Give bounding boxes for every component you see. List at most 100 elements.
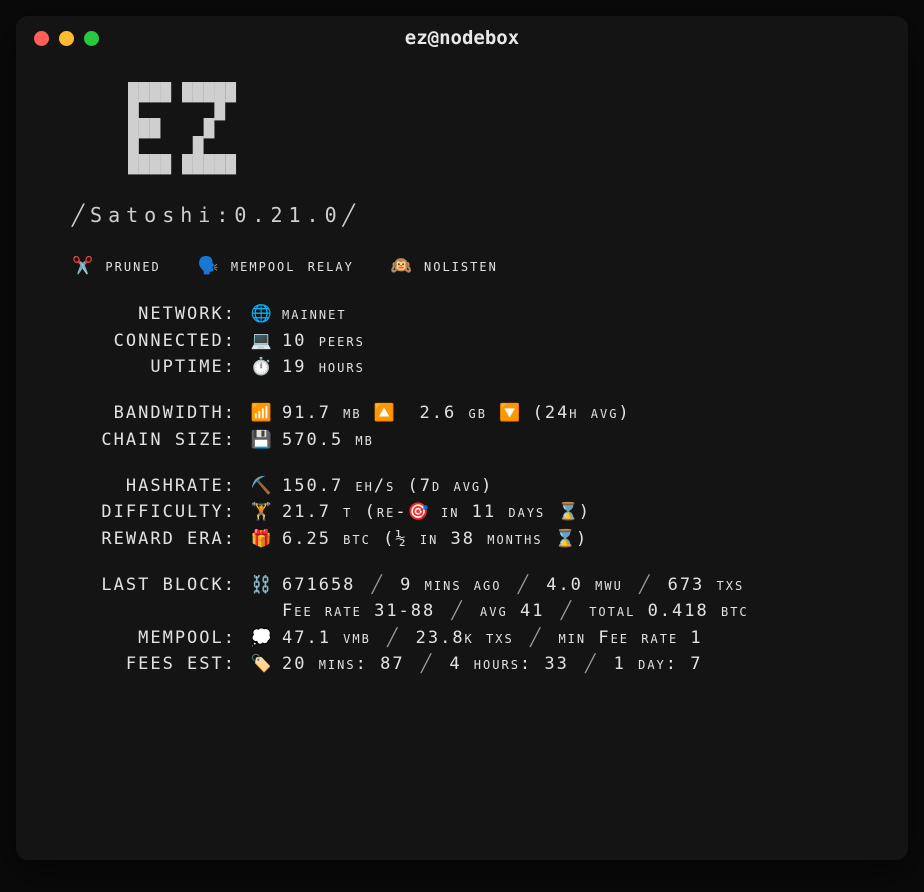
label-network: NETWORK: [72, 301, 242, 327]
laptop-icon: 💻 [242, 328, 282, 354]
flag-mempool-relay: mempool relay [231, 256, 354, 276]
minimize-icon[interactable] [59, 31, 74, 46]
flag-nolisten: nolisten [424, 256, 498, 276]
lastblock-weight: 4.0 mwu [546, 575, 623, 595]
value-chainsize: 570.5 mb [282, 427, 868, 453]
value-lastblock: 671658 ╱ 9 mins ago ╱ 4.0 mwu ╱ 673 txs [282, 572, 868, 598]
tag-icon: 🏷️ [242, 651, 282, 677]
terminal-window: ez@nodebox ████ █████ █ █ ███ █ █ █ ████… [16, 16, 908, 860]
fees-t3-label: 1 day: [614, 654, 678, 674]
flag-pruned: pruned [105, 256, 160, 276]
avg-label: avg [480, 601, 508, 621]
version-line: ╱Satoshi:0.21.0╱ [72, 200, 868, 231]
floppy-icon: 💾 [242, 427, 282, 453]
value-network: mainnet [282, 301, 868, 327]
label-connected: CONNECTED: [72, 328, 242, 354]
row-bandwidth: BANDWIDTH: 📶 91.7 mb 🔼 2.6 gb 🔽 (24h avg… [72, 400, 868, 426]
reward-half: ½ [395, 529, 407, 549]
row-network: NETWORK: 🌐 mainnet [72, 301, 868, 327]
mempool-minfee: 1 [690, 628, 702, 648]
reward-half-prefix: ( [383, 529, 395, 549]
row-uptime: UPTIME: ⏱️ 19 hours [72, 354, 868, 380]
fees-t1: 87 [380, 654, 404, 674]
fees-t1-label: 20 mins: [282, 654, 368, 674]
row-connected: CONNECTED: 💻 10 peers [72, 328, 868, 354]
flags-row: ✂️ pruned 🗣️ mempool relay 🙉 nolisten [72, 253, 868, 279]
label-difficulty: DIFFICULTY: [72, 499, 242, 525]
fees-t2: 33 [544, 654, 568, 674]
target-icon: 🎯 [408, 502, 429, 522]
pick-icon: ⛏️ [242, 473, 282, 499]
bandwidth-down: 2.6 gb [420, 403, 487, 423]
zoom-icon[interactable] [84, 31, 99, 46]
row-mempool: MEMPOOL: 💭 47.1 vmb ╱ 23.8k txs ╱ min Fe… [72, 625, 868, 651]
bandwidth-up: 91.7 mb [282, 403, 362, 423]
hear-no-evil-icon: 🙉 [391, 256, 412, 276]
fees-t2-label: 4 hours: [449, 654, 532, 674]
value-bandwidth: 91.7 mb 🔼 2.6 gb 🔽 (24h avg) [282, 400, 868, 426]
value-hashrate: 150.7 eh/s (7d avg) [282, 473, 868, 499]
close-icon[interactable] [34, 31, 49, 46]
window-title: ez@nodebox [16, 27, 908, 49]
feerate-range: 31-88 [374, 601, 435, 621]
ascii-logo: ████ █████ █ █ ███ █ █ █ ████ █████ [128, 84, 868, 174]
row-reward: REWARD ERA: 🎁 6.25 btc (½ in 38 months ⌛… [72, 526, 868, 552]
scissors-icon: ✂️ [72, 256, 93, 276]
difficulty-value: 21.7 t [282, 502, 352, 522]
reward-value: 6.25 btc [282, 529, 371, 549]
terminal-body: ████ █████ █ █ ███ █ █ █ ████ █████ ╱Sat… [16, 60, 908, 727]
value-feesest: 20 mins: 87 ╱ 4 hours: 33 ╱ 1 day: 7 [282, 651, 868, 677]
chains-icon: ⛓️ [242, 572, 282, 598]
lastblock-height: 671658 [282, 575, 355, 595]
feerate-label: Fee rate [282, 601, 362, 621]
mempool-size: 47.1 vmb [282, 628, 371, 648]
row-lastblock: LAST BLOCK: ⛓️ 671658 ╱ 9 mins ago ╱ 4.0… [72, 572, 868, 598]
thought-bubble-icon: 💭 [242, 625, 282, 651]
avg-value: 41 [520, 601, 544, 621]
fees-t3: 7 [690, 654, 702, 674]
value-connected: 10 peers [282, 328, 868, 354]
lastblock-txs: 673 txs [668, 575, 745, 595]
row-hashrate: HASHRATE: ⛏️ 150.7 eh/s (7d avg) [72, 473, 868, 499]
traffic-lights [34, 31, 99, 46]
label-uptime: UPTIME: [72, 354, 242, 380]
gift-icon: 🎁 [242, 526, 282, 552]
speaking-head-icon: 🗣️ [198, 256, 219, 276]
label-lastblock: LAST BLOCK: [72, 572, 242, 598]
weightlifter-icon: 🏋️ [242, 499, 282, 525]
hourglass-icon: ⌛ [558, 502, 579, 522]
hourglass-icon-2: ⌛ [555, 529, 576, 549]
total-value: 0.418 btc [648, 601, 749, 621]
label-feesest: FEES EST: [72, 651, 242, 677]
down-arrow-icon: 🔽 [499, 403, 520, 423]
up-arrow-icon: 🔼 [374, 403, 395, 423]
total-label: total [589, 601, 635, 621]
difficulty-retarget-prefix: (re- [365, 502, 408, 522]
row-chainsize: CHAIN SIZE: 💾 570.5 mb [72, 427, 868, 453]
lastblock-block: LAST BLOCK: ⛓️ 671658 ╱ 9 mins ago ╱ 4.0… [72, 572, 868, 677]
difficulty-close: ) [579, 502, 591, 522]
value-difficulty: 21.7 t (re-🎯 in 11 days ⌛) [282, 499, 868, 525]
bandwidth-suffix: (24h avg) [533, 403, 631, 423]
value-lastblock-fees: Fee rate 31-88 ╱ avg 41 ╱ total 0.418 bt… [282, 598, 868, 624]
value-mempool: 47.1 vmb ╱ 23.8k txs ╱ min Fee rate 1 [282, 625, 868, 651]
reward-close: ) [576, 529, 588, 549]
mempool-minfee-label: min Fee rate [558, 628, 678, 648]
row-lastblock-fees: .. Fee rate 31-88 ╱ avg 41 ╱ total 0.418… [72, 598, 868, 624]
value-reward: 6.25 btc (½ in 38 months ⌛) [282, 526, 868, 552]
reward-half-rest: in 38 months [408, 529, 555, 549]
globe-icon: 🌐 [242, 301, 282, 327]
label-reward: REWARD ERA: [72, 526, 242, 552]
label-bandwidth: BANDWIDTH: [72, 400, 242, 426]
mempool-txs: 23.8k txs [416, 628, 514, 648]
label-hashrate: HASHRATE: [72, 473, 242, 499]
value-uptime: 19 hours [282, 354, 868, 380]
titlebar: ez@nodebox [16, 16, 908, 60]
label-chainsize: CHAIN SIZE: [72, 427, 242, 453]
bandwidth-block: BANDWIDTH: 📶 91.7 mb 🔼 2.6 gb 🔽 (24h avg… [72, 400, 868, 453]
mining-block: HASHRATE: ⛏️ 150.7 eh/s (7d avg) DIFFICU… [72, 473, 868, 552]
network-block: NETWORK: 🌐 mainnet CONNECTED: 💻 10 peers… [72, 301, 868, 380]
lastblock-age: 9 mins ago [400, 575, 501, 595]
row-feesest: FEES EST: 🏷️ 20 mins: 87 ╱ 4 hours: 33 ╱… [72, 651, 868, 677]
difficulty-retarget-rest: in 11 days [429, 502, 558, 522]
